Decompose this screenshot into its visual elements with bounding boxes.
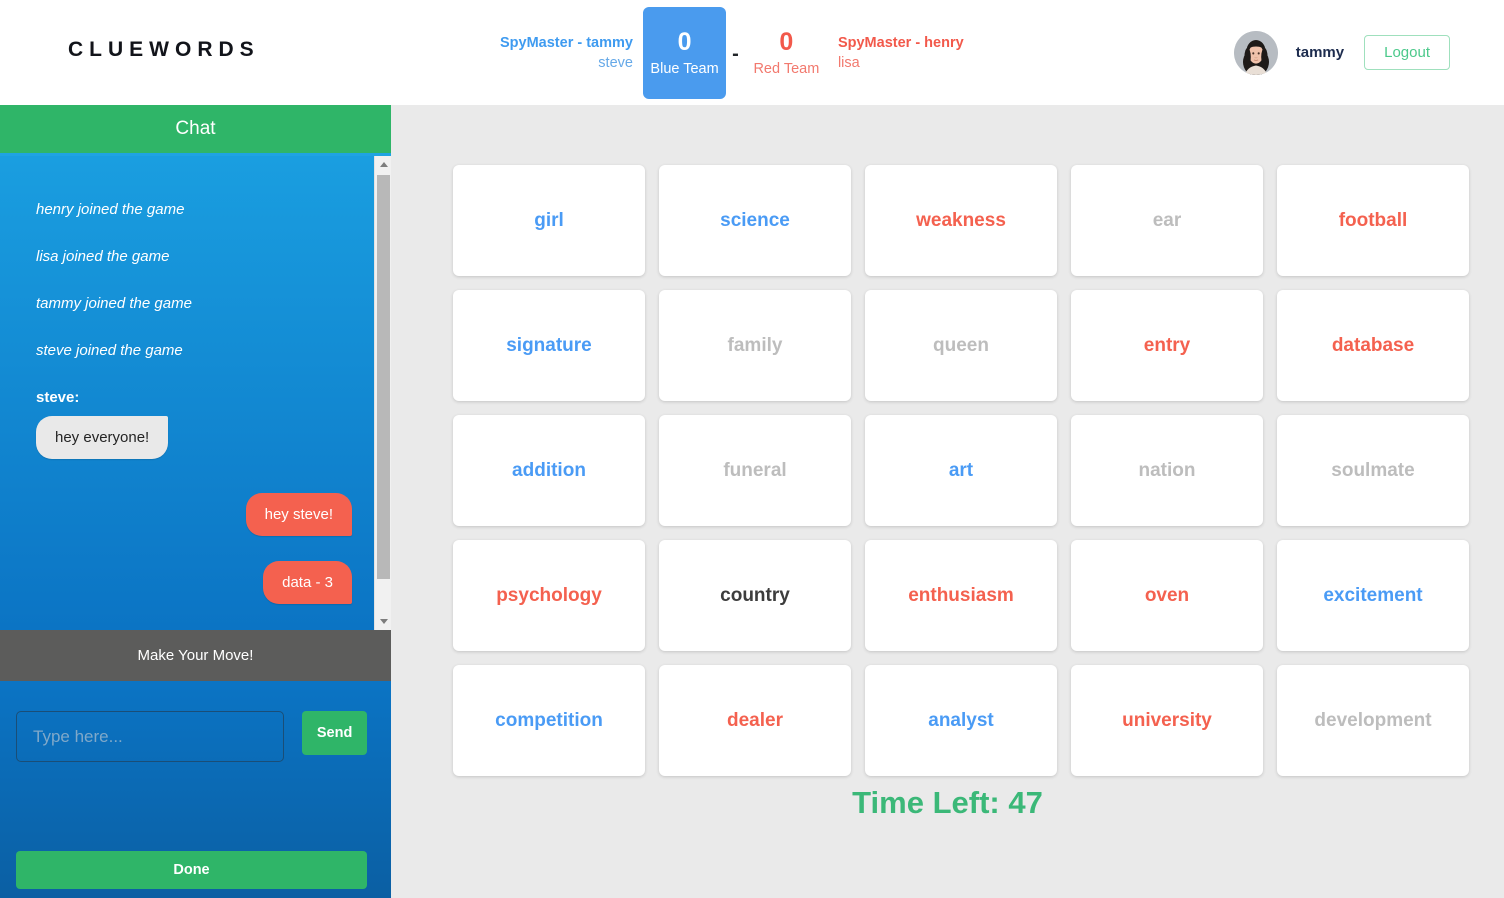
blue-team-score: 0 — [677, 28, 692, 56]
word-card[interactable]: database — [1277, 290, 1469, 401]
done-button[interactable]: Done — [16, 851, 367, 889]
blue-team-label: Blue Team — [650, 61, 719, 77]
chat-message-input[interactable] — [16, 711, 285, 762]
blue-spymaster-label: SpyMaster - tammy — [500, 34, 633, 51]
score-separator: - — [732, 43, 739, 65]
word-card[interactable]: funeral — [659, 415, 851, 526]
word-card[interactable]: oven — [1071, 540, 1263, 651]
chat-message-list: henry joined the game lisa joined the ga… — [0, 156, 374, 630]
scoreboard: SpyMaster - tammy steve 0 Blue Team - 0 … — [500, 0, 970, 105]
word-card[interactable]: football — [1277, 165, 1469, 276]
game-board-area: girl science weakness ear football signature f… — [391, 105, 1504, 898]
red-team-roster: SpyMaster - henry lisa — [828, 33, 970, 73]
message-bubble: hey steve! — [245, 493, 352, 536]
word-card[interactable]: psychology — [453, 540, 645, 651]
user-avatar-photo-icon — [1233, 30, 1278, 75]
chat-scrollbar[interactable] — [374, 156, 391, 630]
word-card[interactable]: soulmate — [1277, 415, 1469, 526]
word-card[interactable]: dealer — [659, 665, 851, 776]
send-button[interactable]: Send — [302, 711, 367, 755]
word-card[interactable]: girl — [453, 165, 645, 276]
red-team-member: lisa — [837, 54, 860, 71]
blue-team-member: steve — [598, 54, 633, 71]
make-your-move-banner: Make Your Move! — [0, 630, 391, 683]
word-card[interactable]: science — [659, 165, 851, 276]
word-card[interactable]: analyst — [865, 665, 1057, 776]
word-card[interactable]: weakness — [865, 165, 1057, 276]
blue-team-roster: SpyMaster - tammy steve — [500, 33, 643, 73]
word-card[interactable]: country — [659, 540, 851, 651]
word-card[interactable]: family — [659, 290, 851, 401]
red-team-label: Red Team — [753, 61, 820, 77]
user-area: tammy Logout — [1233, 0, 1450, 105]
chat-message-outgoing: data - 3 — [36, 561, 352, 604]
word-card[interactable]: signature — [453, 290, 645, 401]
timer-label: Time Left: 47 — [852, 785, 1043, 820]
word-card[interactable]: entry — [1071, 290, 1263, 401]
scroll-up-arrow-icon[interactable] — [375, 156, 391, 173]
scroll-down-arrow-icon[interactable] — [375, 613, 391, 630]
word-card[interactable]: enthusiasm — [865, 540, 1057, 651]
system-message: lisa joined the game — [36, 248, 170, 265]
blue-team-score-box: 0 Blue Team — [642, 6, 727, 99]
username-label: tammy — [1295, 44, 1345, 61]
red-team-score: 0 — [779, 28, 794, 56]
red-team-score-box: 0 Red Team — [745, 7, 828, 99]
word-card[interactable]: addition — [453, 415, 645, 526]
system-message: henry joined the game — [36, 201, 185, 218]
word-card-grid: girl science weakness ear football signature f… — [453, 165, 1474, 776]
message-bubble: hey everyone! — [36, 416, 169, 459]
red-spymaster-label: SpyMaster - henry — [837, 34, 964, 51]
system-message: steve joined the game — [36, 342, 183, 359]
word-card[interactable]: queen — [865, 290, 1057, 401]
word-card[interactable]: nation — [1071, 415, 1263, 526]
word-card[interactable]: development — [1277, 665, 1469, 776]
scrollbar-thumb[interactable] — [377, 175, 390, 579]
word-card[interactable]: competition — [453, 665, 645, 776]
word-card[interactable]: ear — [1071, 165, 1263, 276]
logout-button[interactable]: Logout — [1364, 35, 1450, 70]
chat-panel-title: Chat — [0, 105, 391, 153]
word-card[interactable]: excitement — [1277, 540, 1469, 651]
word-card[interactable]: art — [865, 415, 1057, 526]
app-header: CLUEWORDS SpyMaster - tammy steve 0 Blue… — [0, 0, 1504, 105]
word-card[interactable]: university — [1071, 665, 1263, 776]
chat-message-incoming: steve: hey everyone! — [36, 389, 352, 459]
app-logo: CLUEWORDS — [68, 38, 260, 61]
system-message: tammy joined the game — [36, 295, 192, 312]
message-author: steve: — [36, 389, 80, 406]
chat-input-area: Send Done — [0, 683, 391, 898]
message-bubble: data - 3 — [263, 561, 352, 604]
chat-sidebar: Chat henry joined the game lisa joined t… — [0, 105, 391, 898]
chat-message-outgoing: hey steve! — [36, 493, 352, 536]
chat-scroll-region[interactable]: henry joined the game lisa joined the ga… — [0, 153, 391, 630]
